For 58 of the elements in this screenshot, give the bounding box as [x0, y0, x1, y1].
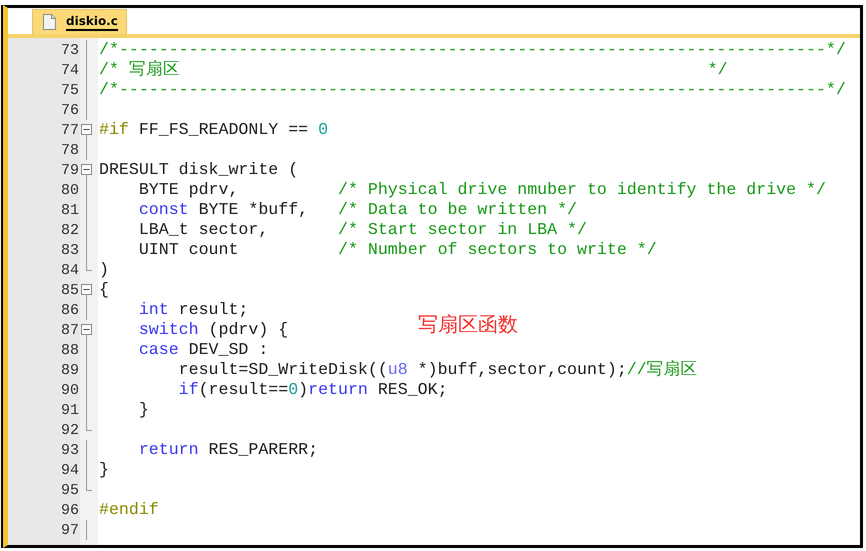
- code-line: case DEV_SD :: [138, 340, 268, 360]
- line-number: 80: [60, 182, 79, 198]
- code-line: switch (pdrv) {: [138, 320, 288, 340]
- line-number: 90: [60, 382, 79, 398]
- code-line: #if FF_FS_READONLY == 0: [99, 120, 328, 140]
- code-line: UINT count /* Number of sectors to write */: [138, 240, 657, 260]
- code-line: }: [138, 400, 149, 420]
- code-line: }: [99, 460, 109, 480]
- line-number: 78: [60, 142, 79, 158]
- fold-end-line: [86, 480, 92, 491]
- collapse-icon[interactable]: [81, 164, 92, 180]
- fold-guide-line: [86, 140, 87, 160]
- line-number: 76: [60, 102, 79, 118]
- line-number: 86: [60, 302, 79, 318]
- code-line: const BYTE *buff, /* Data to be written */: [138, 200, 577, 220]
- code-line: /* 写扇区 */: [99, 60, 728, 80]
- code-line: BYTE pdrv, /* Physical drive nmuber to identify the drive */: [138, 180, 826, 200]
- line-number: 83: [60, 242, 79, 258]
- line-number: 94: [60, 462, 79, 478]
- line-number: 82: [60, 222, 79, 238]
- line-number: 85: [60, 282, 79, 298]
- line-number: 89: [60, 362, 79, 378]
- collapse-icon[interactable]: [81, 284, 92, 300]
- annotation-text: 写扇区函数: [418, 311, 518, 338]
- line-number: 92: [60, 422, 79, 438]
- collapse-icon[interactable]: [81, 324, 92, 340]
- file-tab[interactable]: diskio.c: [32, 9, 127, 34]
- code-line: {: [99, 280, 109, 300]
- line-number: 87: [60, 322, 79, 338]
- collapse-icon[interactable]: [81, 124, 92, 140]
- code-line: DRESULT disk_write (: [99, 160, 298, 180]
- fold-guide-line: [86, 300, 87, 320]
- code-line: int result;: [138, 300, 248, 320]
- line-number: 74: [60, 62, 79, 78]
- fold-guide-line: [86, 520, 87, 540]
- line-number: 91: [60, 402, 79, 418]
- code-line: LBA_t sector, /* Start sector in LBA */: [138, 220, 587, 240]
- code-line: ): [99, 260, 109, 280]
- code-line: result=SD_WriteDisk((u8 *)buff,sector,count);//写扇区: [178, 360, 698, 380]
- file-icon: [43, 14, 56, 30]
- fold-end-line: [86, 420, 92, 431]
- code-line: /*-----------------------------------------------------------------------*/: [99, 40, 846, 60]
- line-number: 79: [60, 162, 79, 178]
- code-line: #endif: [99, 500, 159, 520]
- code-line: return RES_PARERR;: [138, 440, 318, 460]
- line-number: 95: [60, 482, 79, 498]
- line-number: 93: [60, 442, 79, 458]
- line-number: 84: [60, 262, 79, 278]
- fold-end-line: [86, 260, 92, 271]
- line-number: 81: [60, 202, 79, 218]
- line-number: 96: [60, 502, 79, 518]
- code-line: if(result==0)return RES_OK;: [178, 380, 448, 400]
- line-number: 88: [60, 342, 79, 358]
- line-number: 75: [60, 82, 79, 98]
- code-line: /*-----------------------------------------------------------------------*/: [99, 80, 846, 100]
- line-number: 73: [60, 42, 79, 58]
- line-number: 77: [60, 122, 79, 138]
- line-number: 97: [60, 522, 79, 538]
